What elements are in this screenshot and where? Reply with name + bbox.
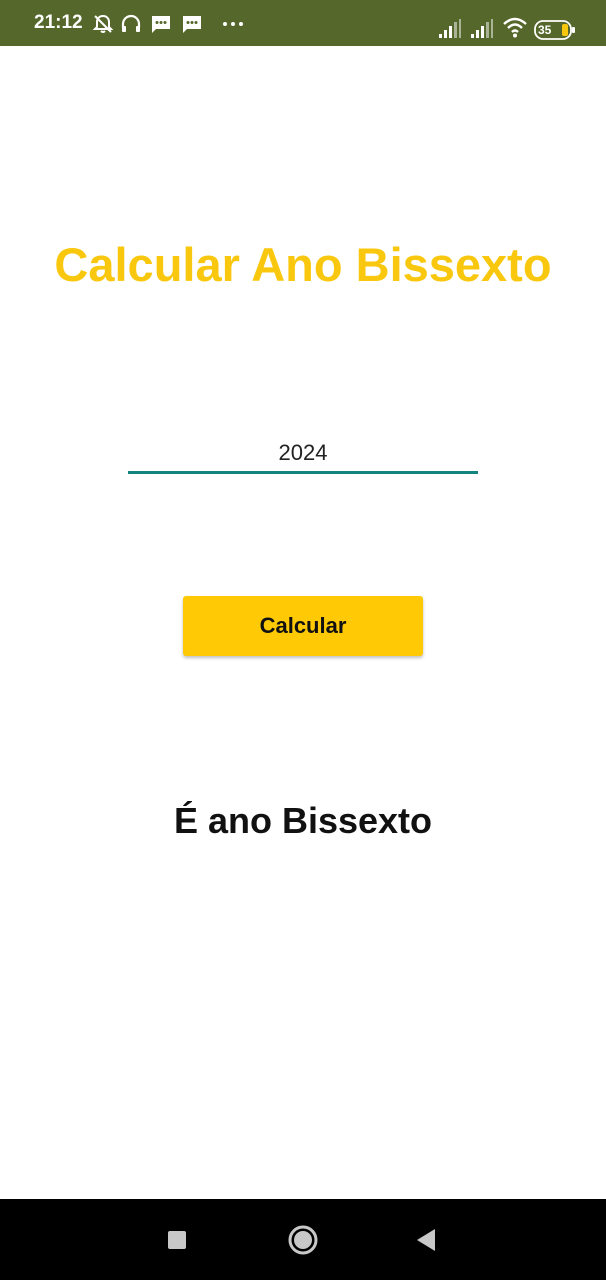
recent-apps-button[interactable] bbox=[152, 1215, 202, 1265]
navigation-bar bbox=[0, 1199, 606, 1280]
back-button[interactable] bbox=[401, 1215, 451, 1265]
result-text: É ano Bissexto bbox=[173, 800, 433, 841]
calculate-button[interactable]: Calcular bbox=[183, 596, 423, 656]
notifications-off-icon bbox=[92, 14, 114, 33]
back-icon bbox=[417, 1229, 435, 1251]
wifi-icon bbox=[503, 17, 527, 38]
home-icon bbox=[288, 1225, 318, 1255]
message-icon bbox=[183, 16, 201, 33]
message-icon bbox=[152, 16, 170, 33]
status-bar: 21:12 35 bbox=[0, 0, 606, 46]
more-icon bbox=[223, 22, 243, 26]
home-button[interactable] bbox=[278, 1215, 328, 1265]
headset-icon bbox=[121, 14, 141, 32]
signal-icon bbox=[471, 19, 493, 38]
page-title: Calcular Ano Bissexto bbox=[54, 238, 552, 291]
status-time: 21:12 bbox=[34, 12, 83, 33]
year-input[interactable] bbox=[128, 434, 478, 474]
battery-percent: 35 bbox=[538, 23, 552, 37]
recent-apps-icon bbox=[168, 1231, 186, 1249]
signal-icon bbox=[439, 19, 461, 38]
